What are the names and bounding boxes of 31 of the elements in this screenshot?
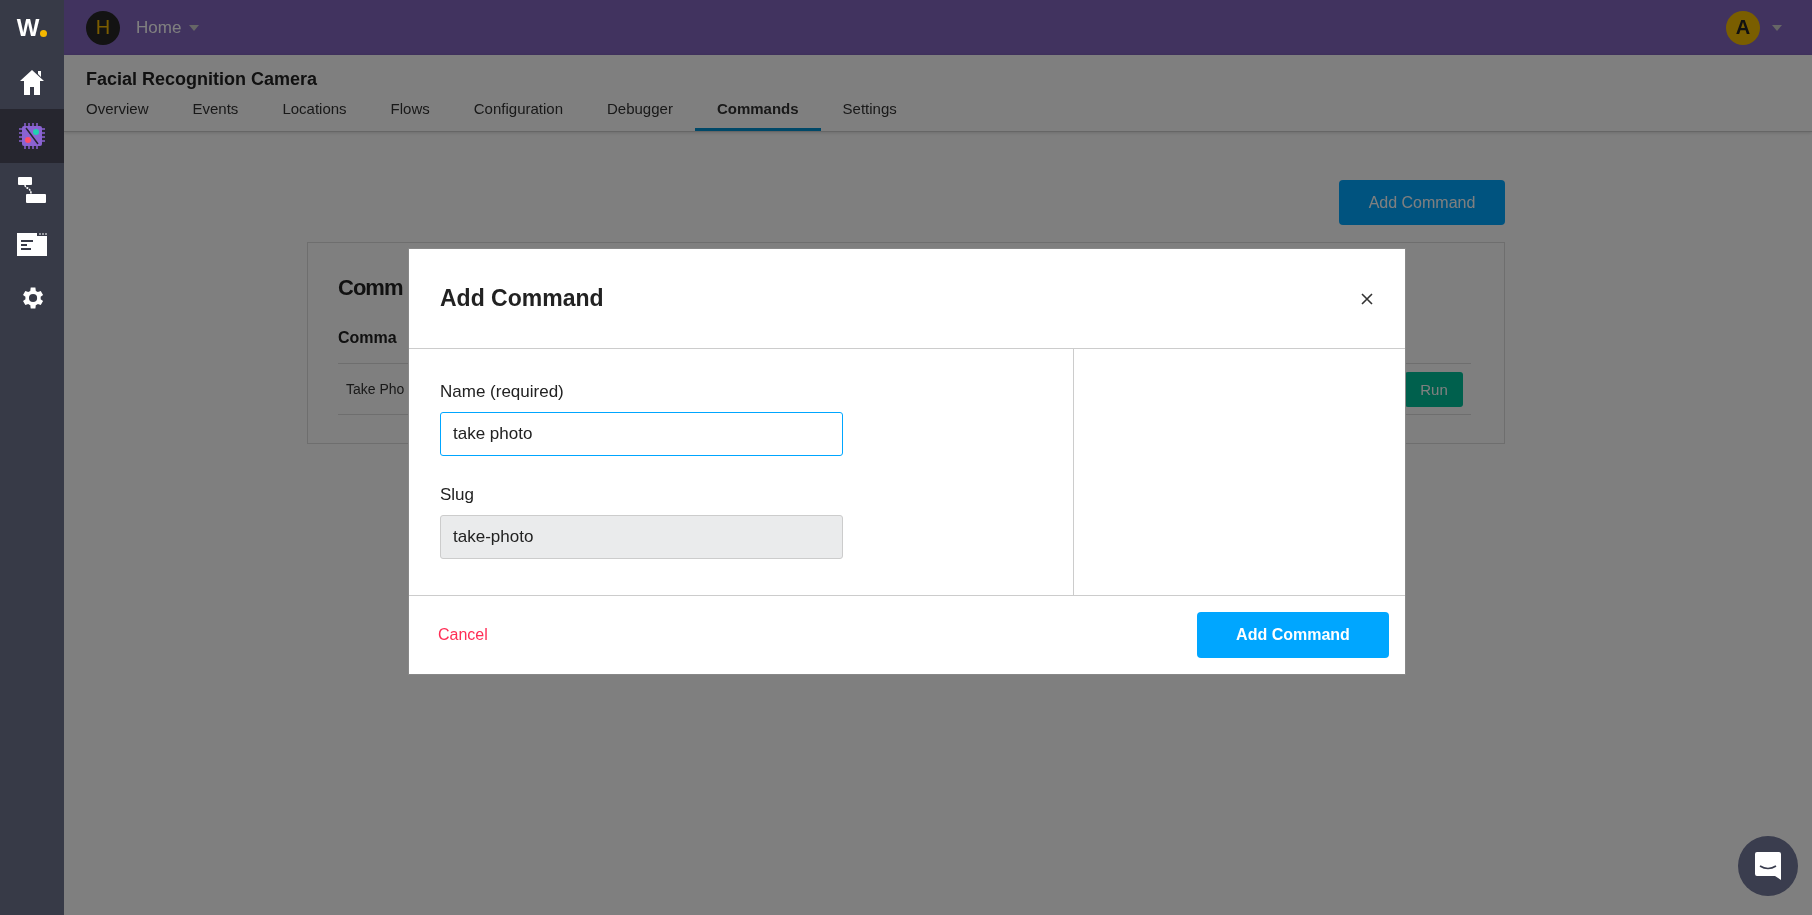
workspace-avatar[interactable]: H bbox=[86, 10, 120, 45]
user-avatar[interactable]: A bbox=[1726, 10, 1760, 45]
chat-icon bbox=[1754, 851, 1782, 881]
device-title: Facial Recognition Camera bbox=[86, 69, 319, 90]
tab[interactable]: Settings bbox=[820, 100, 919, 131]
submit-button[interactable]: Add Command bbox=[1197, 612, 1389, 658]
tab[interactable]: Flows bbox=[368, 100, 452, 131]
flow-icon bbox=[17, 175, 47, 205]
modal-title: Add Command bbox=[440, 285, 604, 312]
tab[interactable]: Overview bbox=[64, 100, 171, 131]
cancel-link[interactable]: Cancel bbox=[432, 625, 494, 645]
home-icon bbox=[19, 68, 45, 96]
chip-icon bbox=[18, 122, 46, 150]
tab[interactable]: Debugger bbox=[585, 100, 695, 131]
workspace-menu[interactable]: Home bbox=[136, 17, 182, 38]
section-title: Comma bbox=[338, 329, 397, 347]
tab[interactable]: Events bbox=[170, 100, 261, 131]
terminal-icon bbox=[17, 232, 47, 256]
caret-icon bbox=[189, 24, 200, 31]
command-name: Take Pho bbox=[346, 381, 405, 397]
card-title: Comm bbox=[338, 275, 403, 301]
chat-button[interactable] bbox=[1738, 836, 1798, 896]
tab[interactable]: Locations bbox=[260, 100, 369, 131]
logo[interactable]: W bbox=[16, 13, 48, 42]
text-field[interactable]: take photo bbox=[440, 412, 843, 456]
caret-icon bbox=[1772, 24, 1782, 31]
field-label: Slug bbox=[440, 485, 476, 505]
close-icon bbox=[1361, 292, 1373, 305]
tab[interactable]: Commands bbox=[694, 100, 821, 131]
tab[interactable]: Configuration bbox=[451, 100, 585, 131]
field-label: Name (required) bbox=[440, 382, 565, 402]
